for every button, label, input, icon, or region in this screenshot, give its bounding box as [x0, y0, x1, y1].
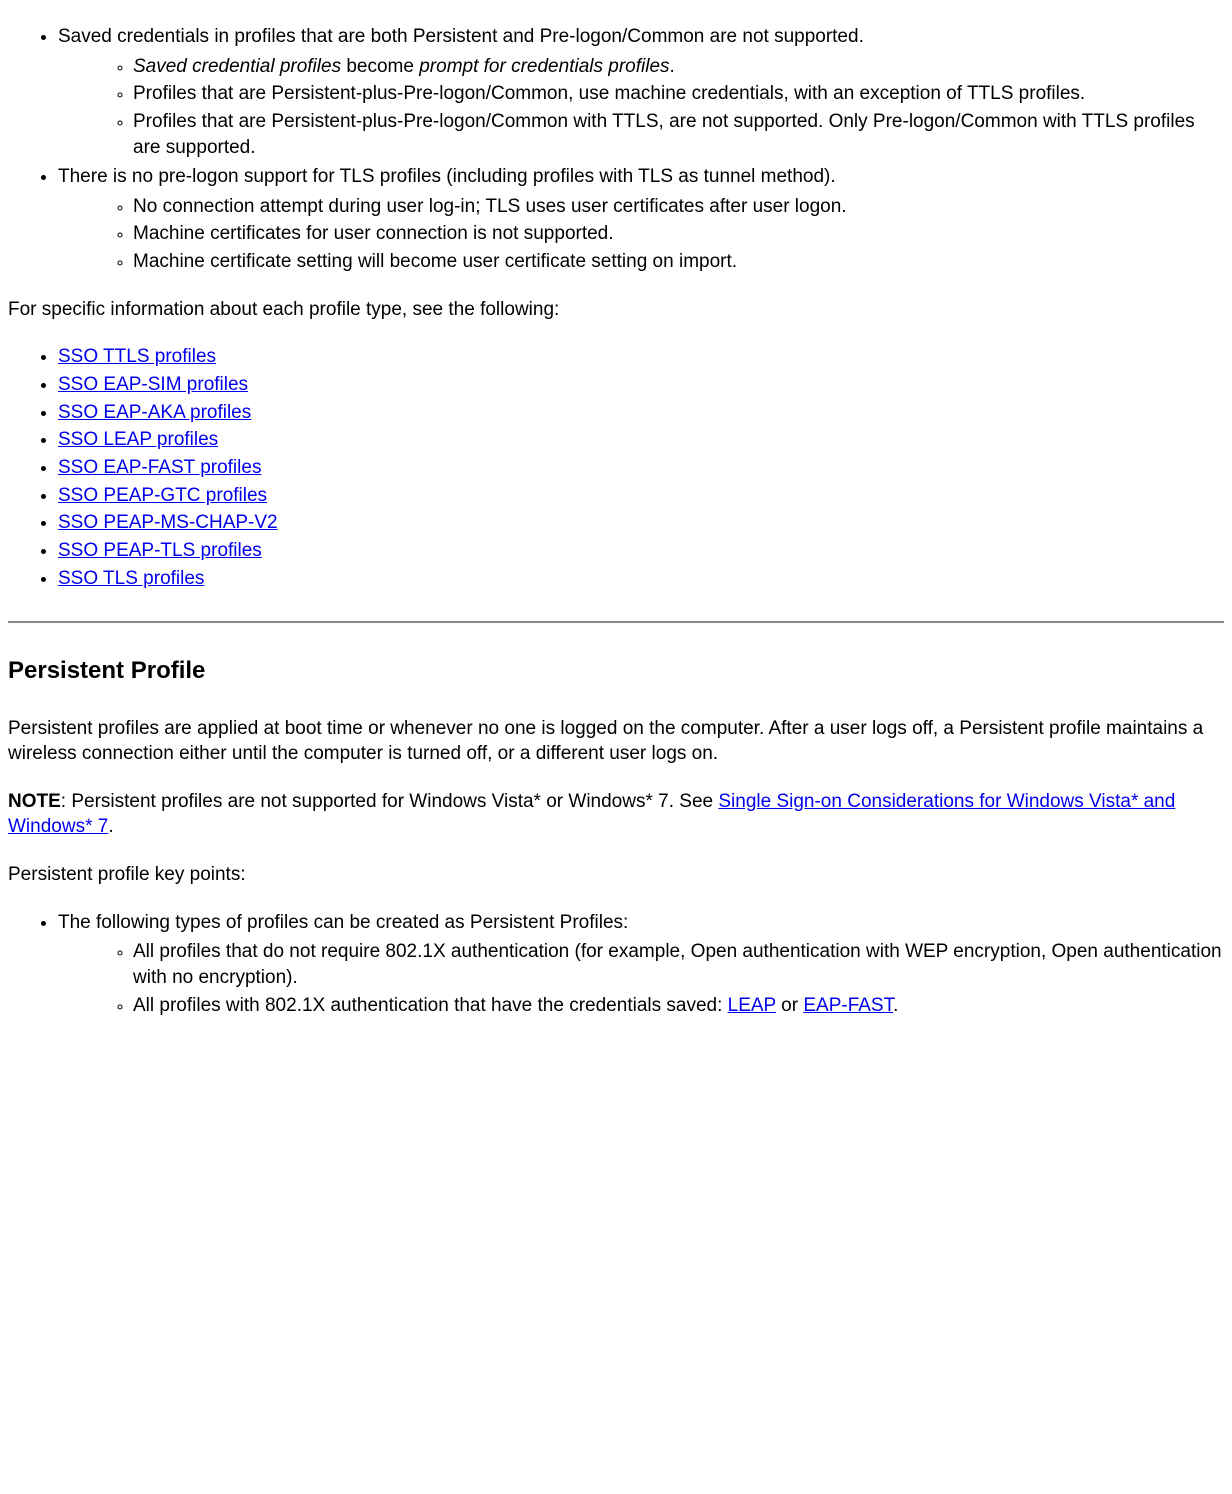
- body-text: The following types of profiles can be c…: [58, 912, 628, 933]
- list-item: SSO EAP-AKA profiles: [58, 400, 1224, 426]
- body-text: .: [670, 56, 675, 77]
- list-item: SSO TLS profiles: [58, 566, 1224, 592]
- list-item: SSO TTLS profiles: [58, 344, 1224, 370]
- body-text: Machine certificate setting will become …: [133, 251, 737, 272]
- sso-peap-tls-link[interactable]: SSO PEAP-TLS profiles: [58, 540, 262, 561]
- eap-fast-link[interactable]: EAP-FAST: [803, 995, 893, 1016]
- body-text: All profiles with 802.1X authentication …: [133, 995, 728, 1016]
- sso-tls-link[interactable]: SSO TLS profiles: [58, 568, 204, 589]
- list-item: SSO PEAP-GTC profiles: [58, 483, 1224, 509]
- body-text: or: [776, 995, 803, 1016]
- note-after: .: [108, 816, 113, 837]
- divider: [8, 621, 1224, 623]
- list-item: SSO EAP-SIM profiles: [58, 372, 1224, 398]
- body-text: Saved credentials in profiles that are b…: [58, 26, 864, 47]
- list-item: SSO PEAP-TLS profiles: [58, 538, 1224, 564]
- persistent-description: Persistent profiles are applied at boot …: [8, 716, 1224, 767]
- body-text: All profiles that do not require 802.1X …: [133, 941, 1222, 988]
- note-label: NOTE: [8, 791, 61, 812]
- list-item: Saved credentials in profiles that are b…: [58, 24, 1224, 160]
- key-points-list: The following types of profiles can be c…: [8, 910, 1224, 1019]
- sso-leap-link[interactable]: SSO LEAP profiles: [58, 429, 218, 450]
- sso-peap-mschapv2-link[interactable]: SSO PEAP-MS-CHAP-V2: [58, 512, 278, 533]
- body-text: Profiles that are Persistent-plus-Pre-lo…: [133, 83, 1085, 104]
- list-item: SSO PEAP-MS-CHAP-V2: [58, 510, 1224, 536]
- body-text: become: [341, 56, 419, 77]
- sub-list: All profiles that do not require 802.1X …: [58, 939, 1224, 1018]
- sso-link-list: SSO TTLS profiles SSO EAP-SIM profiles S…: [8, 344, 1224, 591]
- list-item: There is no pre-logon support for TLS pr…: [58, 164, 1224, 275]
- intro-paragraph: For specific information about each prof…: [8, 297, 1224, 323]
- list-item: No connection attempt during user log-in…: [133, 194, 1224, 220]
- body-text: No connection attempt during user log-in…: [133, 196, 847, 217]
- list-item: Profiles that are Persistent-plus-Pre-lo…: [133, 109, 1224, 160]
- sso-peap-gtc-link[interactable]: SSO PEAP-GTC profiles: [58, 485, 267, 506]
- list-item: All profiles with 802.1X authentication …: [133, 993, 1224, 1019]
- sso-eap-fast-link[interactable]: SSO EAP-FAST profiles: [58, 457, 261, 478]
- top-bullet-list: Saved credentials in profiles that are b…: [8, 24, 1224, 275]
- body-text: .: [893, 995, 898, 1016]
- body-text: There is no pre-logon support for TLS pr…: [58, 166, 836, 187]
- list-item: SSO EAP-FAST profiles: [58, 455, 1224, 481]
- list-item: Saved credential profiles become prompt …: [133, 54, 1224, 80]
- sub-list: No connection attempt during user log-in…: [58, 194, 1224, 275]
- leap-link[interactable]: LEAP: [728, 995, 776, 1016]
- list-item: SSO LEAP profiles: [58, 427, 1224, 453]
- sso-ttls-link[interactable]: SSO TTLS profiles: [58, 346, 216, 367]
- list-item: Profiles that are Persistent-plus-Pre-lo…: [133, 81, 1224, 107]
- list-item: Machine certificates for user connection…: [133, 221, 1224, 247]
- body-text: Machine certificates for user connection…: [133, 223, 614, 244]
- italic-text: Saved credential profiles: [133, 56, 341, 77]
- key-points-intro: Persistent profile key points:: [8, 862, 1224, 888]
- body-text: Profiles that are Persistent-plus-Pre-lo…: [133, 111, 1195, 158]
- note-text: : Persistent profiles are not supported …: [61, 791, 719, 812]
- sub-list: Saved credential profiles become prompt …: [58, 54, 1224, 161]
- italic-text: prompt for credentials profiles: [419, 56, 669, 77]
- persistent-note: NOTE: Persistent profiles are not suppor…: [8, 789, 1224, 840]
- persistent-profile-heading: Persistent Profile: [8, 655, 1224, 687]
- list-item: All profiles that do not require 802.1X …: [133, 939, 1224, 990]
- sso-eap-sim-link[interactable]: SSO EAP-SIM profiles: [58, 374, 248, 395]
- list-item: The following types of profiles can be c…: [58, 910, 1224, 1019]
- sso-eap-aka-link[interactable]: SSO EAP-AKA profiles: [58, 402, 251, 423]
- list-item: Machine certificate setting will become …: [133, 249, 1224, 275]
